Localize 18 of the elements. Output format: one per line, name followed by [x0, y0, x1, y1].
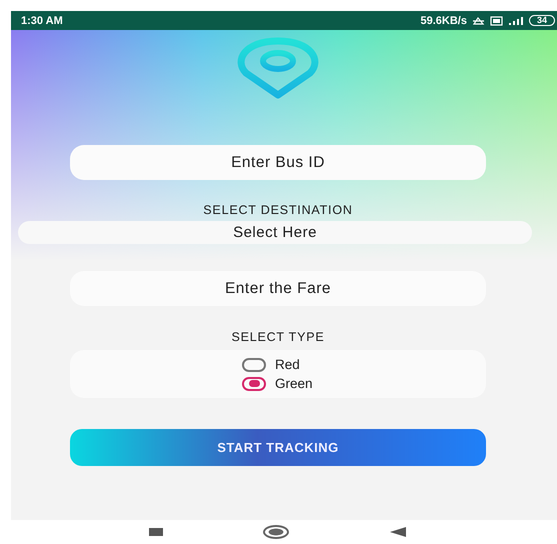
radio-button[interactable] — [242, 358, 266, 372]
radio-option[interactable]: Red — [242, 357, 342, 372]
start-tracking-button[interactable]: START TRACKING — [70, 429, 486, 466]
destination-label: SELECT DESTINATION — [203, 203, 353, 217]
destination-dropdown[interactable]: Select Here — [18, 221, 532, 244]
sim-icon — [490, 16, 503, 26]
battery-indicator: 34 — [528, 15, 555, 26]
network-speed: 59.6KB/s — [420, 14, 467, 26]
location-pin-icon — [236, 37, 320, 99]
back-icon[interactable] — [389, 526, 407, 538]
fare-field[interactable]: Enter the Fare — [70, 271, 486, 306]
signal-icon — [508, 16, 524, 26]
status-time: 1:30 AM — [21, 14, 63, 26]
bus-id-field[interactable]: Enter Bus ID — [70, 145, 486, 180]
home-icon[interactable] — [263, 525, 289, 539]
type-label: SELECT TYPE — [231, 330, 325, 344]
radio-button[interactable] — [242, 376, 266, 390]
radio-option[interactable]: Green — [242, 376, 342, 391]
